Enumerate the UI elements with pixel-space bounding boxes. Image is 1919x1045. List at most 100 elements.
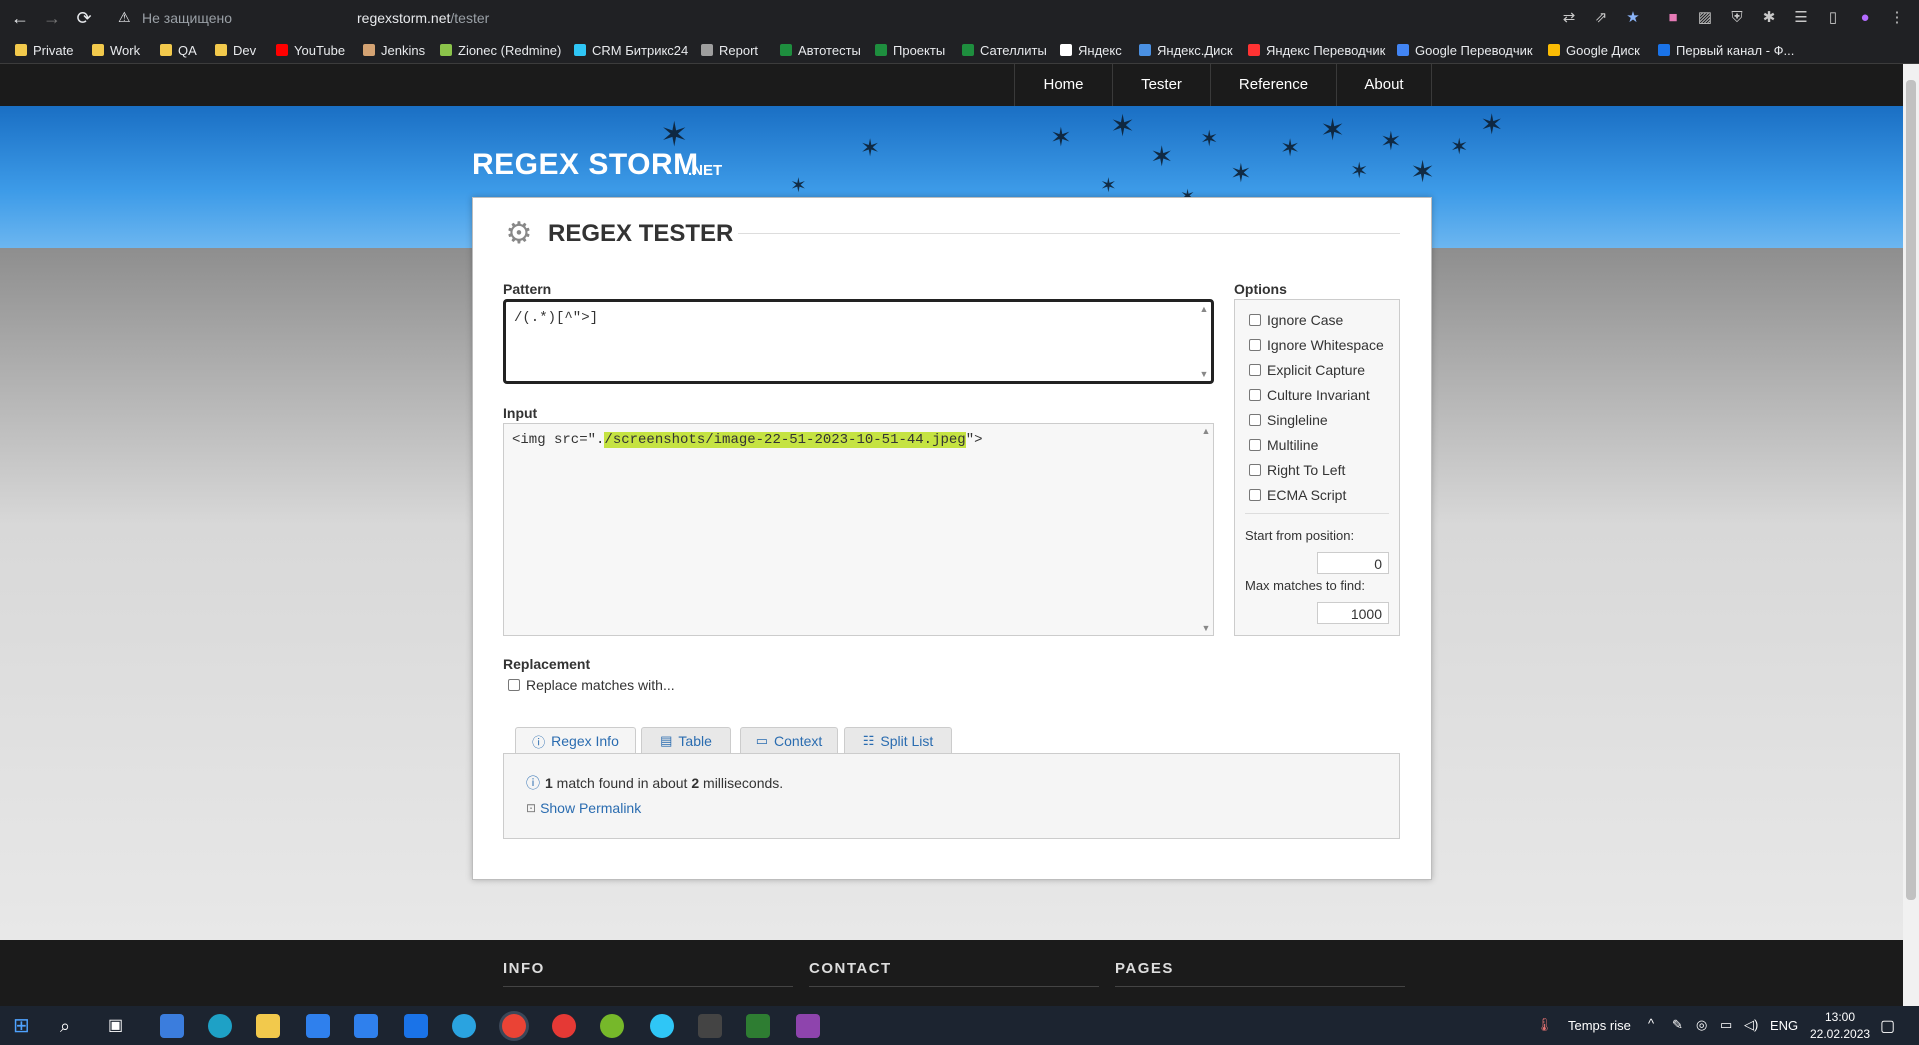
- tab-regex-info[interactable]: ⓘ Regex Info: [515, 727, 636, 754]
- puzzle-icon[interactable]: ✱: [1760, 9, 1778, 27]
- extension-icon[interactable]: ▨: [1696, 9, 1714, 27]
- nav-about[interactable]: About: [1336, 64, 1432, 106]
- chrome-icon[interactable]: [502, 1014, 526, 1038]
- option-ignore-whitespace[interactable]: Ignore Whitespace: [1249, 336, 1384, 354]
- option-explicit-capture[interactable]: Explicit Capture: [1249, 361, 1365, 379]
- option-culture-invariant[interactable]: Culture Invariant: [1249, 386, 1370, 404]
- bookmark-item[interactable]: Яндекс.Диск: [1139, 42, 1233, 58]
- option-right-to-left[interactable]: Right To Left: [1249, 461, 1345, 479]
- shield-icon[interactable]: ⛨: [1728, 9, 1746, 27]
- back-arrow-icon[interactable]: ←: [10, 8, 30, 28]
- weather-text[interactable]: Temps rise: [1568, 1018, 1631, 1033]
- scroll-up-icon[interactable]: ▲: [1201, 426, 1211, 436]
- bookmark-item[interactable]: Яндекс: [1060, 42, 1122, 58]
- app-icon[interactable]: [306, 1014, 330, 1038]
- notepad-icon[interactable]: [746, 1014, 770, 1038]
- checkbox[interactable]: [1249, 414, 1261, 426]
- pattern-input[interactable]: /(.*)[^">] ▲ ▼: [503, 299, 1214, 384]
- bookmark-item[interactable]: Report: [701, 42, 758, 58]
- scrollbar-thumb[interactable]: [1906, 80, 1916, 900]
- bookmark-item[interactable]: Private: [15, 42, 73, 58]
- bookmark-item[interactable]: Яндекс Переводчик: [1248, 42, 1385, 58]
- address-bar[interactable]: ⚠ Не защищено regexstorm.net/tester: [108, 5, 1608, 31]
- side-panel-icon[interactable]: ▯: [1824, 9, 1842, 27]
- bookmark-item[interactable]: Google Переводчик: [1397, 42, 1533, 58]
- forward-arrow-icon[interactable]: →: [42, 8, 62, 28]
- url-text[interactable]: regexstorm.net/tester: [357, 10, 489, 26]
- bookmark-item[interactable]: Автотесты: [780, 42, 861, 58]
- camera-icon[interactable]: ◎: [1696, 1017, 1707, 1033]
- nav-tester[interactable]: Tester: [1112, 64, 1210, 106]
- checkbox[interactable]: [1249, 364, 1261, 376]
- utorrent-icon[interactable]: [600, 1014, 624, 1038]
- mail-icon[interactable]: [404, 1014, 428, 1038]
- bookmark-item[interactable]: YouTube: [276, 42, 345, 58]
- tab-context[interactable]: ▭ Context: [740, 727, 838, 753]
- search-icon[interactable]: ⌕: [60, 1014, 84, 1038]
- extension-icon[interactable]: ■: [1664, 9, 1682, 27]
- option-singleline[interactable]: Singleline: [1249, 411, 1328, 429]
- nav-reference[interactable]: Reference: [1210, 64, 1336, 106]
- bookmark-item[interactable]: Проекты: [875, 42, 945, 58]
- reload-icon[interactable]: ⟳: [74, 8, 94, 28]
- pen-icon[interactable]: ✎: [1672, 1017, 1683, 1033]
- clock-date[interactable]: 22.02.2023: [1810, 1027, 1870, 1041]
- checkbox[interactable]: [1249, 389, 1261, 401]
- notification-icon[interactable]: ▢: [1880, 1016, 1895, 1036]
- store-icon[interactable]: [354, 1014, 378, 1038]
- site-logo[interactable]: REGEX STORM: [472, 148, 699, 182]
- option-ecma-script[interactable]: ECMA Script: [1249, 486, 1346, 504]
- file-explorer-icon[interactable]: [256, 1014, 280, 1038]
- scroll-down-icon[interactable]: ▼: [1199, 369, 1209, 379]
- bookmark-item[interactable]: CRM Битрикс24: [574, 42, 688, 58]
- code-icon[interactable]: [698, 1014, 722, 1038]
- bookmark-icon: [875, 44, 887, 56]
- translate-icon[interactable]: ⇄: [1560, 9, 1578, 27]
- option-multiline[interactable]: Multiline: [1249, 436, 1318, 454]
- volume-icon[interactable]: ◁): [1744, 1017, 1758, 1033]
- input-textarea[interactable]: <img src="./screenshots/image-22-51-2023…: [503, 423, 1214, 636]
- permalink-link[interactable]: ⊡ Show Permalink: [526, 800, 641, 816]
- clock-time[interactable]: 13:00: [1825, 1010, 1855, 1024]
- checkbox[interactable]: [1249, 314, 1261, 326]
- max-matches-input[interactable]: 1000: [1317, 602, 1389, 624]
- checkbox[interactable]: [1249, 439, 1261, 451]
- bookmark-item[interactable]: Сателлиты: [962, 42, 1047, 58]
- bookmark-item[interactable]: Первый канал - Ф...: [1658, 42, 1794, 58]
- option-ignore-case[interactable]: Ignore Case: [1249, 311, 1343, 329]
- language-indicator[interactable]: ENG: [1770, 1018, 1798, 1033]
- edge-icon[interactable]: [208, 1014, 232, 1038]
- network-icon[interactable]: ▭: [1720, 1017, 1732, 1033]
- tab-table[interactable]: ▤ Table: [641, 727, 731, 753]
- bookmark-star-icon[interactable]: ★: [1624, 9, 1642, 27]
- menu-dots-icon[interactable]: ⋮: [1888, 9, 1906, 27]
- bookmark-item[interactable]: Dev: [215, 42, 256, 58]
- checkbox[interactable]: [508, 679, 520, 691]
- profile-icon[interactable]: ●: [1856, 9, 1874, 27]
- checkbox[interactable]: [1249, 489, 1261, 501]
- opera-icon[interactable]: [552, 1014, 576, 1038]
- checkbox[interactable]: [1249, 339, 1261, 351]
- bookmark-item[interactable]: Jenkins: [363, 42, 425, 58]
- bookmark-item[interactable]: QA: [160, 42, 197, 58]
- nav-home[interactable]: Home: [1014, 64, 1112, 106]
- bookmark-item[interactable]: Work: [92, 42, 140, 58]
- bookmark-item[interactable]: Zionec (Redmine): [440, 42, 561, 58]
- checkbox[interactable]: [1249, 464, 1261, 476]
- chevron-up-icon[interactable]: ^: [1648, 1016, 1654, 1031]
- visual-studio-icon[interactable]: [796, 1014, 820, 1038]
- tab-split-list[interactable]: ☷ Split List: [844, 727, 952, 753]
- bitrix24-icon[interactable]: [650, 1014, 674, 1038]
- bookmark-item[interactable]: Google Диск: [1548, 42, 1640, 58]
- scroll-down-icon[interactable]: ▼: [1201, 623, 1211, 633]
- telegram-icon[interactable]: [452, 1014, 476, 1038]
- task-view-icon[interactable]: ▣: [108, 1014, 132, 1038]
- scroll-up-icon[interactable]: ▲: [1199, 304, 1209, 314]
- windows-start-icon[interactable]: ⊞: [13, 1014, 37, 1038]
- share-icon[interactable]: ⇗: [1592, 9, 1610, 27]
- url-host: regexstorm.net: [357, 10, 451, 26]
- reading-list-icon[interactable]: ☰: [1792, 9, 1810, 27]
- replace-matches-option[interactable]: Replace matches with...: [508, 676, 675, 694]
- start-position-input[interactable]: 0: [1317, 552, 1389, 574]
- app-icon[interactable]: [160, 1014, 184, 1038]
